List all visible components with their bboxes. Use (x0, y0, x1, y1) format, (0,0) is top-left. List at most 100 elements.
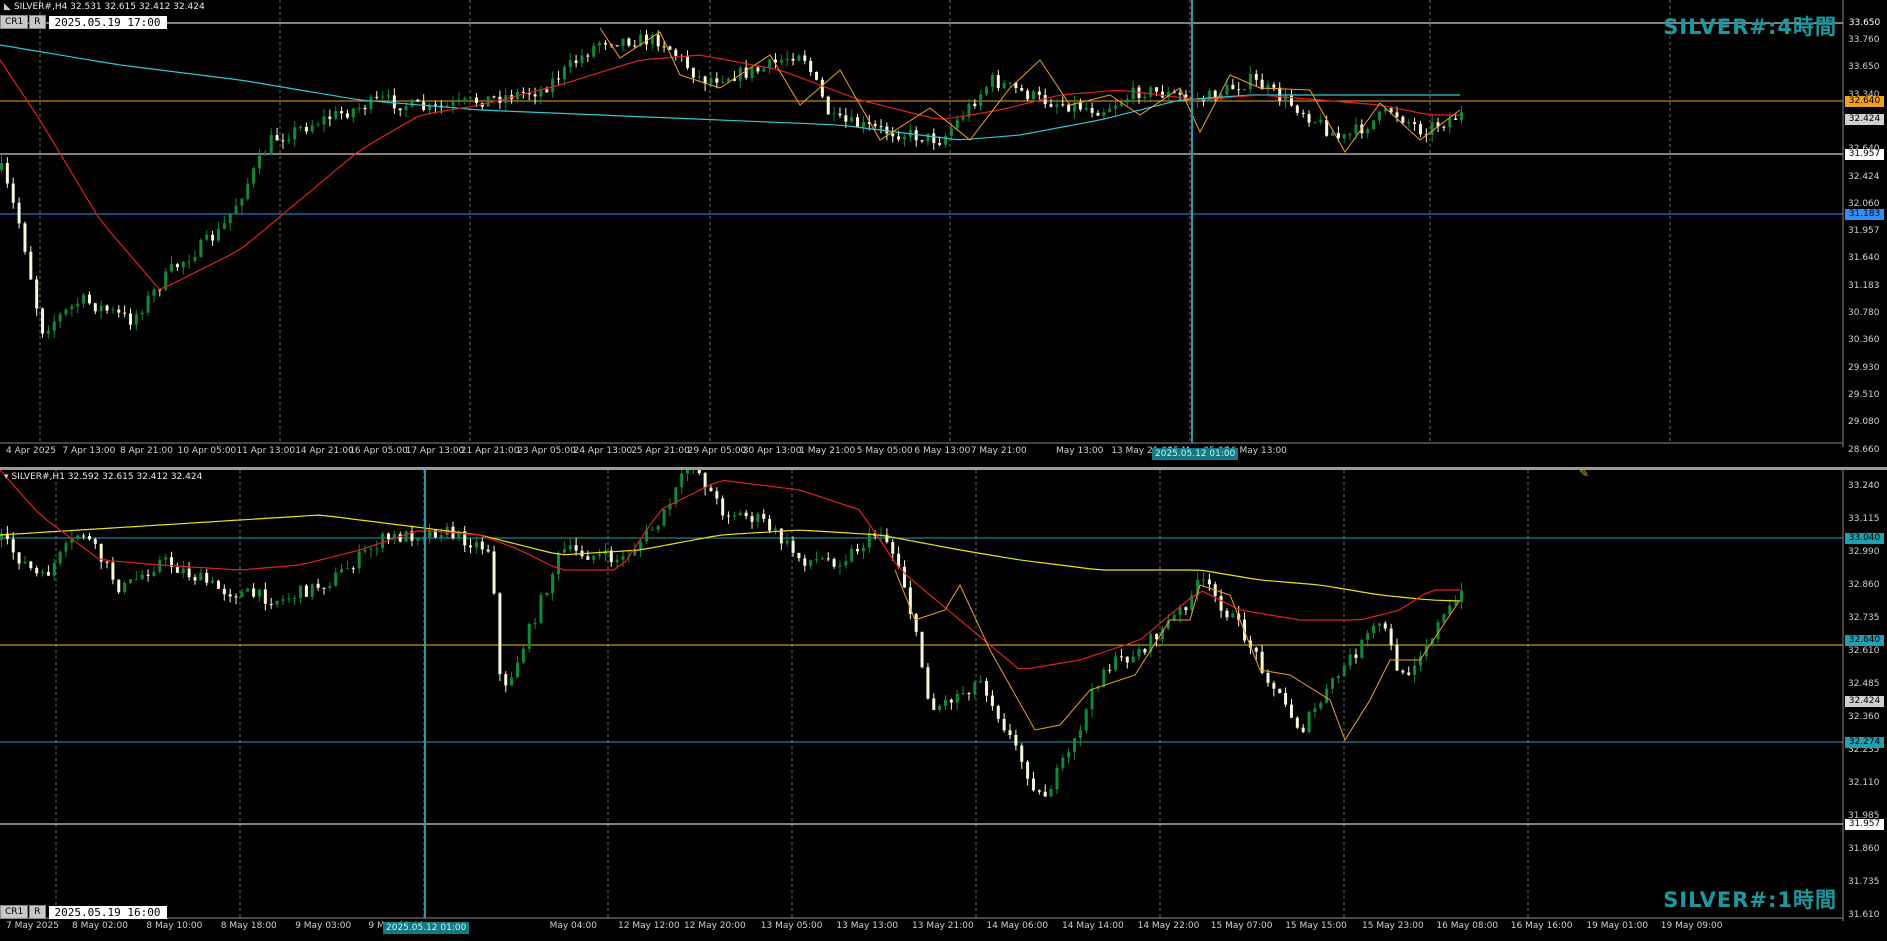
time-tick: 7 Apr 13:00 (62, 446, 116, 456)
candle-body (1061, 104, 1065, 106)
candle-body (334, 111, 338, 120)
candle-body (961, 692, 965, 694)
h4-crosshair-time-label: 2025.05.12 01:00 (1152, 448, 1239, 460)
h4-watermark: SILVER#:4時間 (1663, 15, 1837, 39)
candle-body (1137, 649, 1141, 657)
candle-body (1114, 656, 1118, 671)
candle-body (41, 571, 45, 574)
candle-body (768, 518, 772, 531)
price-tick: 32.424 (1848, 171, 1880, 182)
price-tick: 28.660 (1848, 444, 1880, 455)
candle-body (1401, 116, 1405, 123)
candle-body (93, 539, 97, 544)
candle-body (697, 470, 701, 474)
candle-body (269, 603, 273, 605)
candle-body (1231, 613, 1235, 618)
collapse-triangle-icon[interactable]: ◣ (4, 2, 11, 12)
candle-body (1325, 120, 1329, 136)
candle-body (1348, 654, 1352, 666)
candle-body (392, 95, 396, 109)
h4-r-button[interactable]: R (29, 15, 46, 29)
candle-body (299, 126, 303, 128)
candle-body (322, 587, 326, 589)
ma-fast-line (0, 470, 1460, 670)
candle-body (1225, 610, 1229, 618)
collapse-triangle-icon[interactable]: ▾ (4, 472, 9, 482)
candle-body (797, 55, 801, 61)
h1-cr-button[interactable]: CR1 (0, 905, 29, 919)
chart-pane-h4[interactable]: ◣ SILVER#,H4 32.531 32.615 32.412 32.424 … (0, 0, 1887, 467)
candle-body (1131, 87, 1135, 99)
candle-body (727, 515, 731, 517)
candle-body (1448, 118, 1452, 128)
h4-chart-canvas[interactable] (0, 0, 1887, 467)
candle-body (1278, 87, 1282, 101)
price-tick: 32.990 (1848, 547, 1880, 557)
candle-body (662, 509, 666, 526)
time-tick: 29 Apr 05:00 (687, 446, 747, 456)
price-tick: 30.780 (1848, 308, 1880, 318)
candle-body (615, 45, 619, 47)
time-tick: 23 Apr 05:00 (517, 446, 576, 456)
h1-r-button[interactable]: R (29, 905, 46, 919)
candle-body (551, 78, 555, 93)
time-tick: 25 Apr 21:00 (631, 446, 690, 456)
candle-body (715, 78, 719, 83)
candle-body (979, 94, 983, 107)
h1-cursor-info: CR1 R 2025.05.19 16:00 (0, 905, 167, 919)
candle-body (111, 309, 115, 311)
candle-body (17, 552, 21, 564)
h4-cr-button[interactable]: CR1 (0, 15, 29, 29)
candle-body (721, 82, 725, 84)
candle-body (844, 115, 848, 122)
candle-body (979, 681, 983, 683)
candle-body (891, 542, 895, 554)
candle-body (1366, 633, 1370, 640)
time-tick: 14 May 14:00 (1062, 921, 1124, 931)
candle-body (199, 239, 203, 257)
candle-body (1454, 118, 1458, 120)
candle-body (35, 279, 39, 309)
price-tick: 32.060 (1848, 198, 1880, 209)
time-tick: 13 May 05:00 (760, 921, 823, 931)
candle-body (920, 140, 924, 142)
candle-body (639, 541, 643, 550)
candle-body (1055, 767, 1059, 790)
candle-body (850, 117, 854, 122)
candle-body (603, 42, 607, 45)
candle-body (1143, 96, 1147, 98)
candle-body (0, 163, 3, 170)
candle-body (961, 116, 965, 120)
candle-body (275, 135, 279, 141)
candle-body (363, 549, 367, 552)
price-tick: 32.610 (1848, 646, 1880, 656)
candle-body (1266, 672, 1270, 683)
candle-body (345, 113, 349, 118)
pencil-icon[interactable]: ✎ (1579, 470, 1589, 480)
candle-body (1325, 688, 1329, 703)
candle-body (146, 295, 150, 313)
candle-body (257, 589, 261, 597)
candle-body (557, 78, 561, 80)
chart-pane-h1[interactable]: ▾ SILVER#,H1 32.592 32.615 32.412 32.424 … (0, 470, 1887, 941)
candle-body (1313, 708, 1317, 713)
candle-body (721, 498, 725, 516)
price-tick: 33.760 (1848, 35, 1880, 45)
candle-body (1078, 102, 1082, 110)
candle-body (64, 543, 68, 552)
h1-chart-canvas[interactable] (0, 470, 1887, 941)
ma-fast-line (0, 54, 1460, 291)
time-tick: 15 May 07:00 (1210, 921, 1273, 931)
candle-body (856, 117, 860, 128)
candle-body (820, 79, 824, 97)
time-tick: 14 May 22:00 (1137, 921, 1200, 931)
candle-body (1125, 98, 1129, 103)
candle-body (949, 128, 953, 137)
time-tick: 12 May 12:00 (618, 921, 680, 931)
candle-body (920, 631, 924, 668)
candle-body (64, 309, 68, 315)
candle-body (480, 541, 484, 550)
candle-body (105, 561, 109, 563)
candle-body (938, 705, 942, 710)
candle-body (498, 593, 502, 675)
